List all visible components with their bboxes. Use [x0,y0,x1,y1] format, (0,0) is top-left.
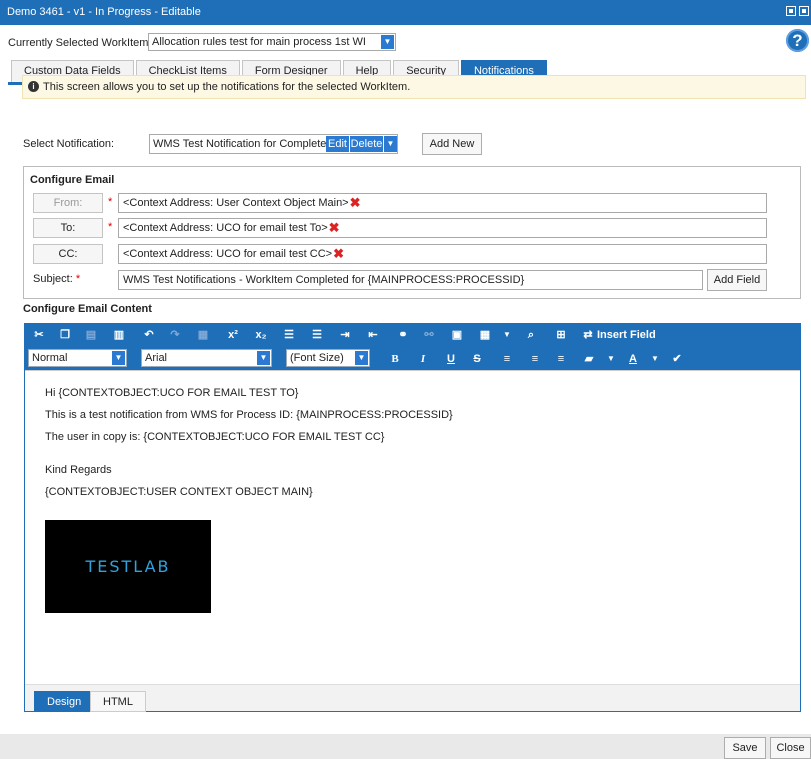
cc-field[interactable]: <Context Address: UCO for email test CC>… [118,244,767,264]
highlight-icon[interactable]: ▰ [581,351,597,367]
bold-icon[interactable]: B [387,351,403,367]
delete-notification-button[interactable]: Delete [350,136,383,152]
remove-icon[interactable]: ✖ [333,245,344,263]
required-mark: * [75,273,81,285]
email-content-legend: Configure Email Content [23,303,152,315]
add-field-button[interactable]: Add Field [707,269,767,291]
grid-icon[interactable]: ⊞ [553,327,569,343]
email-line: The user in copy is: {CONTEXTOBJECT:UCO … [45,431,385,443]
from-value: <Context Address: User Context Object Ma… [123,197,349,209]
align-right-icon[interactable]: ≡ [553,351,569,367]
copy-icon[interactable]: ❐ [57,327,73,343]
align-center-icon[interactable]: ≡ [527,351,543,367]
find-icon[interactable]: ⌕ [523,327,539,343]
cut-icon[interactable]: ✂ [31,327,47,343]
italic-icon[interactable]: I [415,351,431,367]
email-line: Kind Regards [45,464,112,476]
info-message: This screen allows you to set up the not… [43,81,411,93]
chevron-down-icon[interactable]: ▼ [355,351,368,365]
insert-field-button[interactable]: Insert Field [597,327,657,343]
superscript-icon[interactable]: x² [225,327,241,343]
indent-icon[interactable]: ⇥ [337,327,353,343]
edit-notification-button[interactable]: Edit [326,136,349,152]
chevron-down-icon[interactable]: ▼ [381,35,394,49]
info-icon: i [28,81,39,92]
required-mark: * [108,221,113,233]
close-window-icon[interactable] [799,6,809,16]
subject-label: Subject: * [33,273,80,285]
cc-value: <Context Address: UCO for email test CC> [123,248,333,260]
workitem-select[interactable]: Allocation rules test for main process 1… [148,33,396,51]
chevron-down-icon[interactable]: ▼ [499,327,515,343]
underline-icon[interactable]: U [443,351,459,367]
chevron-down-icon[interactable]: ▼ [112,351,125,365]
workitem-label: Currently Selected WorkItem [8,37,149,49]
redo-icon[interactable]: ↷ [167,327,183,343]
dialog-footer: Save Close [0,734,811,759]
email-line: This is a test notification from WMS for… [45,409,453,421]
insert-field-icon[interactable]: ⇄ [581,327,595,343]
close-button[interactable]: Close [770,737,811,759]
chevron-down-icon[interactable]: ▼ [647,351,663,367]
save-button[interactable]: Save [724,737,766,759]
paste-icon[interactable]: ▤ [83,327,99,343]
bullet-list-icon[interactable]: ☰ [309,327,325,343]
chevron-down-icon[interactable]: ▼ [257,351,270,365]
to-field[interactable]: <Context Address: UCO for email test To>… [118,218,767,238]
cc-button[interactable]: CC: [33,244,103,264]
strikethrough-icon[interactable]: S [469,351,485,367]
design-mode-tab[interactable]: Design [34,691,95,712]
select-notification-label: Select Notification: [23,138,115,150]
email-line: {CONTEXTOBJECT:USER CONTEXT OBJECT MAIN} [45,486,313,498]
font-color-icon[interactable]: A [625,351,641,367]
window-title: Demo 3461 - v1 - In Progress - Editable [7,6,201,18]
workitem-select-value: Allocation rules test for main process 1… [152,36,366,48]
outdent-icon[interactable]: ⇤ [365,327,381,343]
link-icon[interactable]: ⚭ [395,327,411,343]
to-value: <Context Address: UCO for email test To> [123,222,328,234]
unlink-icon[interactable]: ⚯ [421,327,437,343]
to-button[interactable]: To: [33,218,103,238]
remove-icon[interactable]: ✖ [329,219,340,237]
add-new-button[interactable]: Add New [422,133,482,155]
font-size-select-value: (Font Size) [290,352,344,364]
table-icon[interactable]: ▦ [477,327,493,343]
rich-text-editor: ✂ ❐ ▤ ▥ ↶ ↷ ▦ x² x₂ ☰ ☰ ⇥ ⇤ ⚭ ⚯ ▣ ▦ ▼ ⌕ … [24,323,801,712]
editor-body[interactable]: Hi {CONTEXTOBJECT:UCO FOR EMAIL TEST TO}… [25,370,800,684]
format-select-value: Normal [32,352,68,364]
notification-select-value: WMS Test Notification for Completed W [153,138,346,150]
email-line: Hi {CONTEXTOBJECT:UCO FOR EMAIL TEST TO} [45,387,299,399]
paste-text-icon[interactable]: ▥ [111,327,127,343]
from-button[interactable]: From: [33,193,103,213]
numbered-list-icon[interactable]: ☰ [281,327,297,343]
maximize-icon[interactable] [786,6,796,16]
chevron-down-icon[interactable]: ▼ [384,136,397,152]
info-banner: i This screen allows you to set up the n… [22,75,806,99]
format-painter-icon[interactable]: ▦ [195,327,211,343]
undo-icon[interactable]: ↶ [141,327,157,343]
editor-mode-bar: Design HTML [25,684,800,712]
editor-toolbar: ✂ ❐ ▤ ▥ ↶ ↷ ▦ x² x₂ ☰ ☰ ⇥ ⇤ ⚭ ⚯ ▣ ▦ ▼ ⌕ … [25,324,800,370]
font-select-value: Arial [145,352,168,364]
html-mode-tab[interactable]: HTML [90,691,146,712]
subject-input[interactable]: WMS Test Notifications - WorkItem Comple… [118,270,703,290]
window-titlebar: Demo 3461 - v1 - In Progress - Editable [0,0,811,25]
font-size-select[interactable]: (Font Size) ▼ [286,349,370,367]
spellcheck-icon[interactable]: ✔ [669,351,685,367]
from-field[interactable]: <Context Address: User Context Object Ma… [118,193,767,213]
font-select[interactable]: Arial ▼ [141,349,272,367]
remove-icon[interactable]: ✖ [350,194,361,212]
configure-email-legend: Configure Email [30,174,115,186]
subscript-icon[interactable]: x₂ [253,327,269,343]
testlab-logo-image: TESTLAB [45,520,211,613]
chevron-down-icon[interactable]: ▼ [603,351,619,367]
subject-value: WMS Test Notifications - WorkItem Comple… [123,274,525,286]
subject-label-text: Subject: [33,273,73,285]
image-icon[interactable]: ▣ [449,327,465,343]
align-left-icon[interactable]: ≡ [499,351,515,367]
format-select[interactable]: Normal ▼ [28,349,127,367]
help-icon[interactable]: ? [786,29,809,52]
required-mark: * [108,196,113,208]
